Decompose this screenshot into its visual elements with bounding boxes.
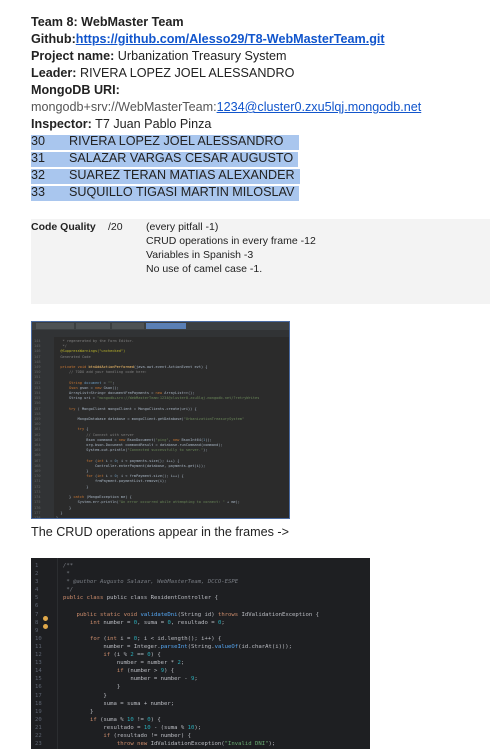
run-gutter-icon[interactable] bbox=[43, 616, 48, 621]
code-quality-rule: No use of camel case -1. bbox=[146, 263, 263, 275]
ide-screenshot-1: 144 145 146 147 148 149 150 151 152 153 … bbox=[31, 321, 290, 519]
line-numbers: 144 145 146 147 148 149 150 151 152 153 … bbox=[34, 339, 41, 519]
line-numbers: 1 2 3 4 5 6 7 8 9 10 11 12 13 14 15 16 1… bbox=[35, 563, 42, 748]
leader-value: RIVERA LOPEZ JOEL ALESSANDRO bbox=[80, 66, 295, 80]
code-quality-box bbox=[31, 219, 490, 304]
inspector-label: Inspector: bbox=[31, 117, 92, 131]
code-area: /** * * @author Augusto Salazar, WebMast… bbox=[63, 563, 319, 748]
code-quality-rule: Variables in Spanish -3 bbox=[146, 249, 254, 261]
class-declaration: public class ResidentController { bbox=[106, 595, 218, 602]
member-name: SALAZAR VARGAS CESAR AUGUSTO bbox=[69, 151, 294, 165]
author-comment: * @author Augusto Salazar, WebMasterTeam… bbox=[63, 579, 239, 586]
code-quality-rule: (every pitfall -1) bbox=[146, 221, 219, 233]
github-link[interactable]: https://github.com/Alesso29/T8-WebMaster… bbox=[76, 32, 385, 46]
project-value: Urbanization Treasury System bbox=[117, 49, 287, 63]
inspector-value: T7 Juan Pablo Pinza bbox=[95, 117, 212, 131]
leader-line: Leader: RIVERA LOPEZ JOEL ALESSANDRO bbox=[31, 65, 294, 81]
ide-toolbar bbox=[32, 330, 289, 337]
mongo-uri: mongodb+srv://WebMasterTeam:1234@cluster… bbox=[31, 99, 421, 115]
code-quality-rule: CRUD operations in every frame -12 bbox=[146, 235, 316, 247]
member-number: 31 bbox=[31, 151, 46, 165]
github-label: Github: bbox=[31, 32, 76, 46]
member-number: 30 bbox=[31, 134, 46, 148]
mongo-prefix: mongodb+srv://WebMasterTeam: bbox=[31, 100, 217, 114]
mongo-link[interactable]: 1234@cluster0.zxu5lqj.mongodb.net bbox=[217, 100, 422, 114]
code-quality-score: /20 bbox=[108, 221, 123, 233]
team-title: Team 8: WebMaster Team bbox=[31, 15, 184, 29]
project-line: Project name: Urbanization Treasury Syst… bbox=[31, 48, 286, 64]
ide-tab-bar bbox=[32, 322, 289, 330]
member-name: SUAREZ TERAN MATIAS ALEXANDER bbox=[69, 168, 295, 182]
inspector-line: Inspector: T7 Juan Pablo Pinza bbox=[31, 116, 211, 132]
warning-gutter-icon[interactable] bbox=[43, 624, 48, 629]
project-label: Project name: bbox=[31, 49, 115, 63]
github-line: Github:https://github.com/Alesso29/T8-We… bbox=[31, 31, 385, 47]
member-name: RIVERA LOPEZ JOEL ALESSANDRO bbox=[69, 134, 284, 148]
member-number: 33 bbox=[31, 185, 46, 199]
mongo-label: MongoDB URI: bbox=[31, 83, 120, 97]
leader-label: Leader: bbox=[31, 66, 77, 80]
member-name: SUQUILLO TIGASI MARTIN MILOSLAV bbox=[69, 185, 295, 199]
exception-message: "Invalid DNI" bbox=[224, 741, 269, 748]
member-number: 32 bbox=[31, 168, 46, 182]
code-area: * regenerated by the Form Editor. */ @Su… bbox=[56, 339, 260, 519]
ide-screenshot-2: 1 2 3 4 5 6 7 8 9 10 11 12 13 14 15 16 1… bbox=[31, 558, 370, 749]
code-quality-label: Code Quality bbox=[31, 221, 96, 233]
frames-caption: The CRUD operations appear in the frames… bbox=[31, 525, 289, 539]
